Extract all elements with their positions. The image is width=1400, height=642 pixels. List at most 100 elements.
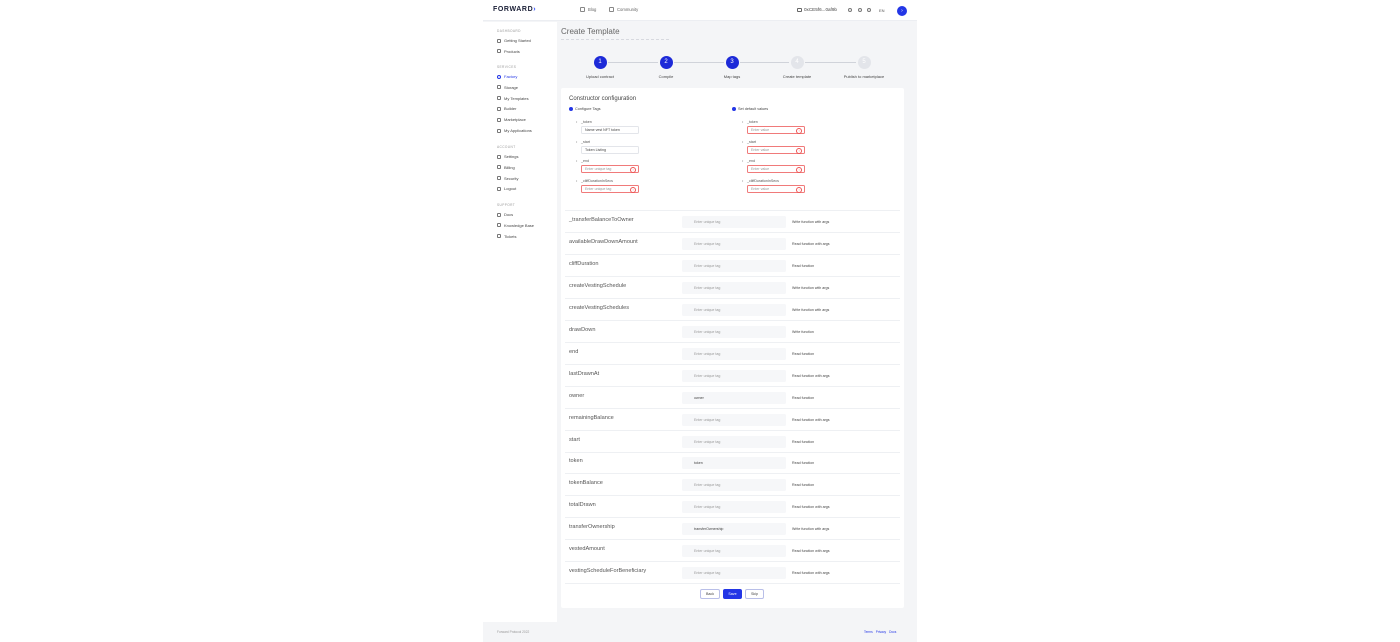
function-type-label: Write function with args <box>792 307 830 312</box>
function-tag-input[interactable]: Enter unique tag <box>682 259 786 272</box>
sidebar-item-builder[interactable]: Builder <box>497 106 516 111</box>
sidebar-item-marketplace[interactable]: Marketplace <box>497 117 526 122</box>
default-value-input[interactable]: Enter value <box>747 185 805 193</box>
function-name: _transferBalanceToOwner <box>569 217 634 223</box>
function-tag-input[interactable]: transferOwnership <box>682 523 786 536</box>
step-1-label: Upload contract <box>585 74 614 79</box>
row-divider <box>565 517 900 519</box>
function-tag-input[interactable]: Enter unique tag <box>682 479 786 492</box>
skip-button[interactable]: Skip <box>745 589 764 599</box>
ctor-tag-input[interactable]: Token Listing <box>581 146 639 154</box>
sidebar-item-docs[interactable]: Docs <box>497 212 513 217</box>
function-name: drawDown <box>569 326 596 333</box>
back-button[interactable]: Back <box>700 589 720 599</box>
nav-community-link[interactable]: Community <box>609 7 638 12</box>
ctor-tag-input[interactable]: Enter unique tag <box>581 185 639 193</box>
function-tag-input[interactable]: Enter unique tag <box>682 413 786 426</box>
default-value-input[interactable]: Enter value <box>747 146 805 154</box>
function-type-label: Write function with args <box>792 220 830 224</box>
sidebar-item-security[interactable]: Security <box>497 176 518 181</box>
sidebar-item-storage[interactable]: Storage <box>497 85 518 90</box>
footer-links: Terms Privacy Docs <box>864 630 896 634</box>
sidebar-item-getting-started[interactable]: Getting Started <box>497 38 531 43</box>
function-type-label: Read function with args <box>792 417 830 422</box>
default-values-checkbox[interactable]: Set default values <box>732 107 768 111</box>
storage-icon <box>497 85 501 90</box>
row-divider <box>565 561 900 563</box>
function-tag-input[interactable]: Enter unique tag <box>682 501 786 514</box>
function-tag-input[interactable]: Enter unique tag <box>682 325 786 338</box>
function-type-label: Read function with args <box>792 571 830 576</box>
function-name: owner <box>569 392 585 399</box>
function-tag-input[interactable]: Enter unique tag <box>682 281 786 294</box>
function-tag-input[interactable]: Enter unique tag <box>682 303 786 316</box>
function-name: start <box>569 436 580 443</box>
sidebar-item-products[interactable]: Products <box>497 49 520 54</box>
save-button[interactable]: Save <box>723 589 742 599</box>
row-divider <box>565 583 900 585</box>
ctor-param-name: _end <box>576 159 589 163</box>
function-type-label: Write function with args <box>792 285 830 290</box>
default-param-name: _token <box>742 120 758 124</box>
knowledge-icon <box>497 223 501 228</box>
function-tag-input[interactable]: Enter unique tag <box>682 347 786 360</box>
ctor-tag-input[interactable]: Name vest NFT token <box>581 126 639 134</box>
function-tag-input[interactable]: Enter unique tag <box>682 216 786 228</box>
ctor-param-name: _start <box>576 140 590 144</box>
row-divider <box>565 407 900 409</box>
function-tag-input[interactable]: token <box>682 457 786 470</box>
factory-icon <box>497 74 501 79</box>
bell-icon[interactable] <box>858 8 862 12</box>
avatar[interactable]: › <box>897 6 907 16</box>
ctor-param-name: _cliffDurationInSecs <box>576 179 613 183</box>
location-icon[interactable] <box>867 8 871 12</box>
language-selector[interactable]: EN <box>879 8 885 13</box>
sidebar-item-billing[interactable]: Billing <box>497 165 515 170</box>
function-tag-input[interactable]: Enter unique tag <box>682 369 786 382</box>
apps-icon <box>497 128 501 133</box>
function-name: createVestingSchedule <box>569 282 627 289</box>
footer-docs-link[interactable]: Docs <box>889 630 896 634</box>
function-name: vestingScheduleForBeneficiary <box>569 568 647 575</box>
sidebar-item-settings[interactable]: Settings <box>497 154 518 159</box>
search-icon[interactable] <box>848 8 852 12</box>
sidebar-section-label: DASHBOARD <box>497 29 521 33</box>
sidebar-item-label: Docs <box>504 212 514 217</box>
sidebar-item-label: Getting Started <box>504 38 531 43</box>
step-5-circle: 5 <box>857 56 871 69</box>
sidebar-item-knowledge-base[interactable]: Knowledge Base <box>497 223 534 228</box>
sidebar-item-factory[interactable]: Factory <box>497 74 517 79</box>
ctor-tag-input[interactable]: Enter unique tag <box>581 165 639 173</box>
function-tag-input[interactable]: owner <box>682 391 786 404</box>
sidebar-item-tickets[interactable]: Tickets <box>497 234 517 239</box>
row-divider <box>565 473 900 475</box>
footer-privacy-link[interactable]: Privacy <box>876 630 886 634</box>
docs-icon <box>497 212 501 217</box>
wallet-address[interactable]: 0xCE5f6...0af9b <box>797 7 837 12</box>
function-type-label: Read function with args <box>792 505 830 510</box>
row-divider <box>565 253 900 255</box>
sidebar-section-label: ACCOUNT <box>497 145 516 149</box>
footer-terms-link[interactable]: Terms <box>864 630 873 634</box>
ctor-param-name: _token <box>576 120 592 124</box>
step-2-label: Compile <box>658 74 674 79</box>
function-tag-input[interactable]: Enter unique tag <box>682 545 786 558</box>
nav-blog-link[interactable]: Blog <box>580 7 596 12</box>
function-tag-input[interactable]: Enter unique tag <box>682 435 786 448</box>
sidebar-item-label: Storage <box>504 84 519 90</box>
function-tag-input[interactable]: Enter unique tag <box>682 237 786 250</box>
configure-tags-checkbox[interactable]: Configure Tags <box>569 107 600 111</box>
default-value-input[interactable]: Enter value <box>747 165 805 173</box>
box-icon <box>497 49 501 54</box>
function-type-label: Write function <box>792 329 814 334</box>
sidebar-item-label: Billing <box>504 164 515 170</box>
forward-logo[interactable]: FORWARD› <box>493 6 536 13</box>
step-3-circle: 3 <box>725 56 739 69</box>
step-2-circle: 2 <box>659 56 673 69</box>
default-value-input[interactable]: Enter value <box>747 126 805 134</box>
sidebar-item-logout[interactable]: Logout <box>497 186 516 191</box>
function-tag-input[interactable]: Enter unique tag <box>682 567 786 580</box>
sidebar-item-my-templates[interactable]: My Templates <box>497 96 529 101</box>
sidebar-item-my-applications[interactable]: My Applications <box>497 128 532 133</box>
row-divider <box>565 319 900 321</box>
